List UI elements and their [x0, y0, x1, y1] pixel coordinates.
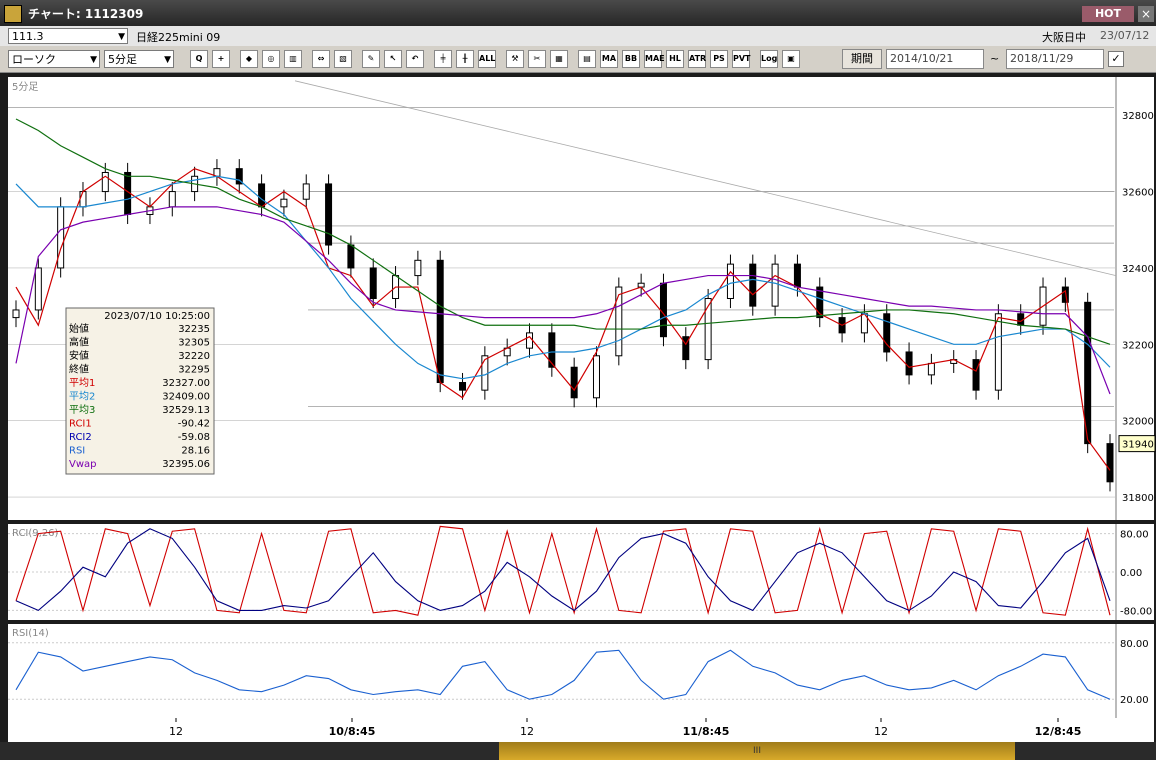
info-label: RCI1	[69, 419, 92, 430]
candle-body	[659, 282, 667, 338]
info-timestamp: 2023/07/10 10:25:00	[104, 311, 210, 322]
x-tick-label: 12	[169, 725, 183, 738]
candle-body	[57, 206, 65, 269]
candle-body	[1106, 443, 1114, 483]
rsi-y-tick-label: 80.00	[1120, 639, 1149, 650]
candle-body	[548, 332, 556, 368]
candle-body	[12, 309, 20, 319]
info-value: 32409.00	[162, 392, 210, 403]
candle-body	[459, 382, 467, 391]
rci-y-tick-label: -80.00	[1120, 606, 1152, 617]
scrollbar-thumb[interactable]: III	[499, 742, 1015, 760]
info-label: 高値	[69, 336, 89, 349]
candle-body	[414, 259, 422, 277]
rsi-y-tick-label: 20.00	[1120, 695, 1149, 706]
candle-body	[347, 244, 355, 269]
candle-body	[994, 313, 1002, 391]
info-value: 32235	[178, 324, 210, 335]
candle-body	[905, 351, 913, 376]
info-label: Vwap	[69, 459, 97, 470]
rci-y-tick-label: 80.00	[1120, 530, 1149, 541]
info-value: 32395.06	[162, 459, 210, 470]
candle-body	[526, 332, 534, 349]
candle-body	[592, 355, 600, 399]
candle-body	[369, 267, 377, 299]
y-tick-label: 31800	[1122, 493, 1154, 504]
candle-body	[325, 183, 333, 246]
candle-body	[972, 359, 980, 391]
info-value: 32529.13	[162, 405, 210, 416]
candle-body	[927, 362, 935, 376]
x-tick-label: 11/8:45	[683, 725, 730, 738]
chart-area[interactable]: 32800 32600 32400 32200 32000 31800 5分足 31940 80…	[0, 0, 1156, 742]
candle-body	[280, 198, 288, 208]
candle-body	[79, 191, 87, 208]
candle-body	[771, 263, 779, 307]
info-value: 32305	[178, 338, 210, 349]
info-label: 平均1	[69, 377, 95, 389]
x-tick-label: 12	[874, 725, 888, 738]
candle-body	[436, 259, 444, 384]
info-value: 32327.00	[162, 378, 210, 389]
info-label: RSI	[69, 446, 85, 457]
rci-y-tick-label: 0.00	[1120, 568, 1142, 579]
candle-body	[615, 286, 623, 357]
info-value: -59.08	[178, 432, 210, 443]
info-value: 32220	[178, 351, 210, 362]
rsi-pane	[8, 624, 1116, 718]
candle-body	[793, 263, 801, 288]
info-label: RCI2	[69, 432, 92, 443]
y-tick-label: 32600	[1122, 188, 1154, 199]
candle-body	[302, 183, 310, 200]
candle-body	[258, 183, 266, 208]
candle-body	[168, 191, 176, 208]
y-tick-label: 32000	[1122, 417, 1154, 428]
y-tick-label: 32400	[1122, 264, 1154, 275]
info-label: 安値	[69, 349, 89, 362]
info-value: -90.42	[178, 419, 210, 430]
info-label: 終値	[69, 363, 89, 376]
rsi-pane-label: RSI(14)	[12, 628, 49, 639]
x-tick-label: 10/8:45	[329, 725, 376, 738]
x-tick-label: 12/8:45	[1035, 725, 1082, 738]
candle-body	[101, 171, 109, 193]
candle-body	[34, 267, 42, 311]
candle-body	[726, 263, 734, 299]
info-label: 始値	[69, 322, 89, 335]
candle-body	[570, 366, 578, 399]
x-tick-label: 12	[520, 725, 534, 738]
candle-body	[704, 298, 712, 361]
candle-body	[481, 355, 489, 391]
y-tick-label: 32800	[1122, 111, 1154, 122]
y-tick-label: 32200	[1122, 340, 1154, 351]
info-value: 28.16	[181, 446, 210, 457]
info-label: 平均3	[69, 404, 95, 416]
candle-body	[749, 263, 757, 307]
main-axis-bg	[1116, 77, 1154, 520]
current-price-label: 31940	[1122, 440, 1154, 451]
main-pane-label: 5分足	[12, 81, 38, 93]
info-value: 32295	[178, 365, 210, 376]
info-label: 平均2	[69, 391, 95, 403]
rci-pane-label: RCI(9,26)	[12, 528, 59, 539]
